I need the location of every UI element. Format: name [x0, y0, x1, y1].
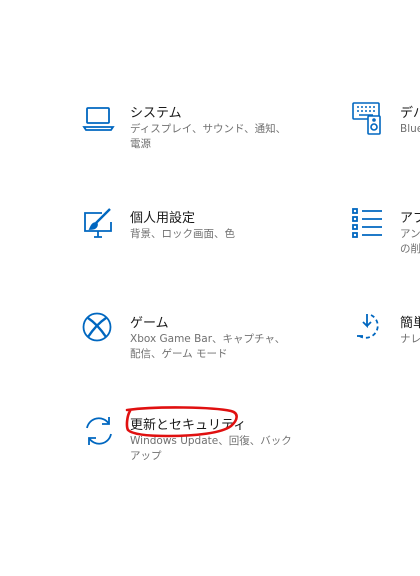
- tile-ease-of-access-title: 簡単: [400, 316, 420, 331]
- tile-personalization-desc: 背景、ロック画面、色: [130, 228, 235, 240]
- tile-devices-title: デバ: [400, 106, 420, 121]
- tile-update-security-title: 更新とセキュリティ: [130, 418, 247, 433]
- sync-icon: [82, 414, 116, 448]
- laptop-icon: [82, 102, 116, 136]
- ease-of-access-icon: [352, 312, 386, 346]
- apps-list-icon: [352, 207, 386, 241]
- tile-update-security-desc: Windows Update、回復、バックアップ: [130, 435, 292, 462]
- tile-gaming-title: ゲーム: [130, 316, 169, 331]
- xbox-icon: [82, 312, 116, 346]
- tile-apps-desc: アン の削: [400, 228, 420, 255]
- tile-ease-of-access-desc: ナレ: [400, 333, 420, 345]
- settings-page: システム ディスプレイ、サウンド、通知、電源 デバ Blue 個人用設: [0, 0, 420, 576]
- tile-devices-desc: Blue: [400, 123, 420, 135]
- paintbrush-icon: [82, 207, 116, 241]
- tile-personalization-title: 個人用設定: [130, 211, 196, 226]
- tile-apps-title: アプ: [400, 211, 420, 226]
- tile-gaming-desc: Xbox Game Bar、キャプチャ、配信、ゲーム モード: [130, 333, 286, 360]
- tile-system-desc: ディスプレイ、サウンド、通知、電源: [130, 123, 287, 150]
- devices-icon: [352, 102, 386, 136]
- tile-system-title: システム: [130, 106, 182, 121]
